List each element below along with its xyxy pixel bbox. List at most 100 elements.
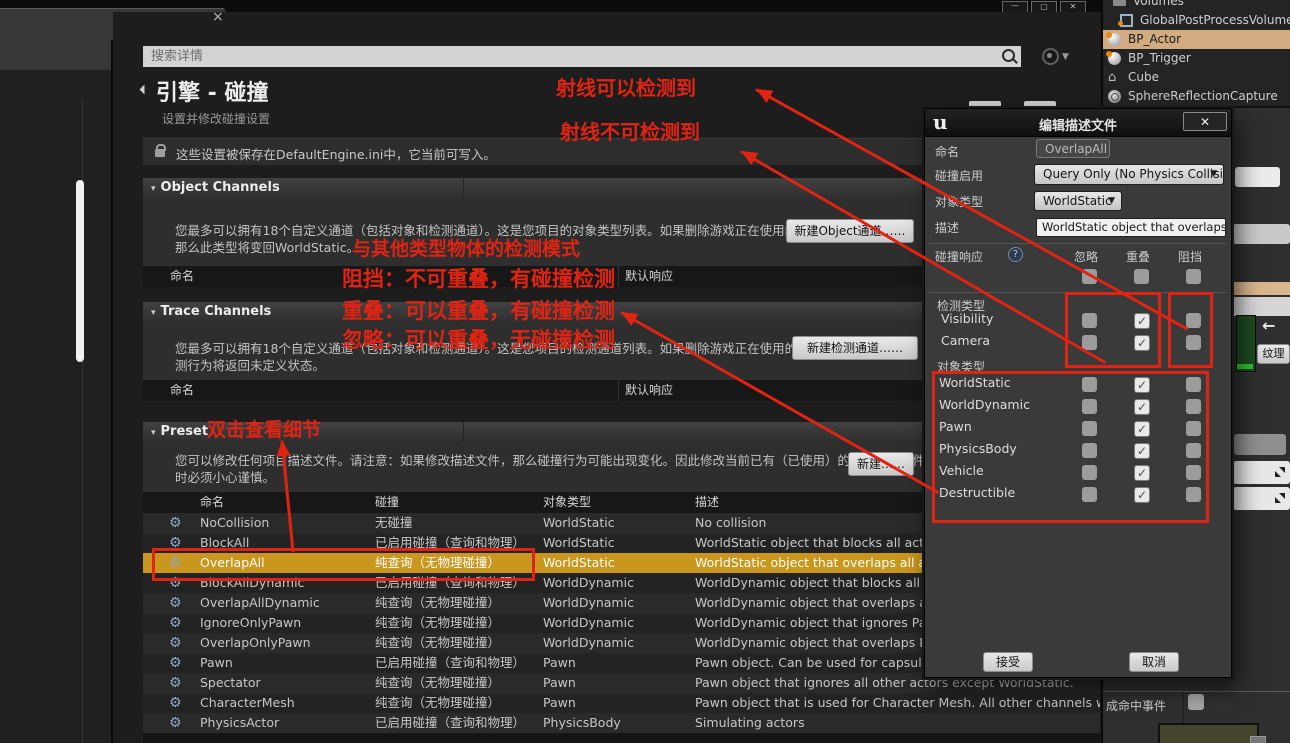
pawn-checkbox-overlap[interactable]: ✓ bbox=[1134, 421, 1150, 437]
outliner-item-GlobalPostProcessVolume[interactable]: GlobalPostProcessVolume bbox=[1103, 11, 1290, 30]
help-icon[interactable]: ? bbox=[1008, 247, 1023, 262]
response-master-checkbox-overlap[interactable] bbox=[1134, 269, 1149, 284]
worldstatic-checkbox-overlap[interactable]: ✓ bbox=[1134, 377, 1150, 393]
preset-collision: 纯查询（无物理碰撞） bbox=[375, 693, 500, 713]
column-divider[interactable] bbox=[618, 380, 619, 401]
texture-button[interactable]: 纹理 bbox=[1257, 344, 1290, 364]
new-trace-channel-button[interactable]: 新建检测通道…… bbox=[792, 336, 918, 360]
pawn-checkbox-ignore[interactable] bbox=[1082, 421, 1097, 436]
new-preset-button[interactable]: 新建…… bbox=[848, 452, 914, 476]
section-title: Object Channels bbox=[161, 180, 280, 195]
visibility-checkbox-overlap[interactable]: ✓ bbox=[1134, 313, 1150, 329]
outliner-item-BP_Actor[interactable]: BP_Actor bbox=[1103, 30, 1290, 49]
outliner-item-label: Volumes bbox=[1133, 0, 1184, 11]
outliner-item-label: Cube bbox=[1128, 68, 1159, 87]
column-divider[interactable] bbox=[618, 266, 619, 287]
preset-object-type: WorldDynamic bbox=[543, 573, 634, 593]
camera-checkbox-block[interactable] bbox=[1186, 335, 1201, 350]
outliner-item-SphereReflectionCapture[interactable]: SphereReflectionCapture bbox=[1103, 87, 1290, 106]
details-gray-bar-fragment[interactable] bbox=[1234, 434, 1286, 455]
preset-name: BlockAllDynamic bbox=[200, 573, 304, 593]
worlddynamic-checkbox-overlap[interactable]: ✓ bbox=[1134, 399, 1150, 415]
object-type-group-label: 对象类型 bbox=[937, 358, 985, 375]
collision-enabled-dropdown[interactable]: ▼Query Only (No Physics Collisio bbox=[1034, 164, 1224, 185]
cancel-button[interactable]: 取消 bbox=[1129, 652, 1179, 672]
section-header-divider bbox=[463, 302, 464, 322]
eye-dropdown-caret-icon[interactable]: ▼ bbox=[1062, 52, 1069, 62]
search-input[interactable]: 搜索详情 bbox=[143, 46, 1021, 67]
worlddynamic-checkbox-block[interactable] bbox=[1186, 399, 1201, 414]
grid-button-partial[interactable] bbox=[1250, 736, 1266, 743]
hit-event-checkbox[interactable] bbox=[1188, 694, 1204, 710]
preset-name: OverlapAll bbox=[200, 553, 265, 573]
preset-collision: 无碰撞 bbox=[375, 513, 413, 533]
unreal-project-settings-screen: — ▢ ✕ × 搜索详情 ▼ 引擎 - 碰撞 设置并修改碰撞设置 这些设置被保存… bbox=[0, 0, 1290, 743]
vehicle-checkbox-overlap[interactable]: ✓ bbox=[1134, 465, 1150, 481]
accept-button[interactable]: 接受 bbox=[983, 652, 1033, 672]
back-arrow-icon[interactable]: ← bbox=[1262, 316, 1275, 335]
outliner-item-label: BP_Actor bbox=[1128, 30, 1181, 49]
collision-response-label: 碰撞响应 bbox=[935, 248, 983, 265]
physicsbody-checkbox-block[interactable] bbox=[1186, 443, 1201, 458]
object-row-label: WorldStatic bbox=[939, 375, 1011, 390]
object-row-label: WorldDynamic bbox=[939, 397, 1030, 412]
visibility-checkbox-ignore[interactable] bbox=[1082, 313, 1097, 328]
worldstatic-checkbox-block[interactable] bbox=[1186, 377, 1201, 392]
material-thumbnail[interactable] bbox=[1158, 723, 1259, 743]
camera-checkbox-overlap[interactable]: ✓ bbox=[1134, 335, 1150, 351]
cube-icon: ⌂ bbox=[1108, 71, 1121, 84]
destructible-checkbox-block[interactable] bbox=[1186, 487, 1201, 502]
column-default-response: 默认响应 bbox=[625, 380, 673, 401]
dialog-close-button[interactable]: ✕ bbox=[1183, 112, 1227, 131]
details-tan-bar-fragment bbox=[1233, 282, 1290, 295]
new-object-channel-button[interactable]: 新建Object通道…… bbox=[786, 219, 914, 243]
outliner-item-label: SphereReflectionCapture bbox=[1128, 87, 1278, 106]
destructible-checkbox-overlap[interactable]: ✓ bbox=[1134, 487, 1150, 503]
column-object-type: 对象类型 bbox=[543, 492, 591, 513]
pawn-checkbox-block[interactable] bbox=[1186, 421, 1201, 436]
object-type-label: 对象类型 bbox=[935, 193, 983, 210]
details-input-fragment[interactable] bbox=[1235, 167, 1280, 187]
outliner-item-BP_Trigger[interactable]: BP_Trigger bbox=[1103, 49, 1290, 68]
physicsbody-checkbox-ignore[interactable] bbox=[1082, 443, 1097, 458]
details-light-bar-fragment[interactable] bbox=[1233, 297, 1290, 316]
preset-collision: 已启用碰撞（查询和物理） bbox=[375, 713, 525, 733]
swirl-icon bbox=[1111, 93, 1119, 101]
object-channels-desc-line2: 那么此类型将变回WorldStatic。 bbox=[175, 237, 359, 256]
vehicle-checkbox-ignore[interactable] bbox=[1082, 465, 1097, 480]
destructible-checkbox-ignore[interactable] bbox=[1082, 487, 1097, 502]
response-master-checkbox-ignore[interactable] bbox=[1082, 269, 1097, 284]
preset-object-type: PhysicsBody bbox=[543, 713, 621, 733]
preset-name: IgnoreOnlyPawn bbox=[200, 613, 301, 633]
preset-object-type: WorldStatic bbox=[543, 513, 615, 533]
outliner-item-Cube[interactable]: ⌂ Cube bbox=[1103, 68, 1290, 87]
folder-icon bbox=[1113, 0, 1126, 6]
object-row-label: Destructible bbox=[939, 485, 1015, 500]
worldstatic-checkbox-ignore[interactable] bbox=[1082, 377, 1097, 392]
section-title: Preset bbox=[161, 424, 209, 439]
camera-checkbox-ignore[interactable] bbox=[1082, 335, 1097, 350]
tab-close-icon[interactable]: × bbox=[212, 9, 224, 25]
sidebar-scrollbar[interactable] bbox=[76, 180, 84, 362]
gear-icon: ⚙ bbox=[169, 553, 182, 573]
outliner-item-Volumes[interactable]: Volumes bbox=[1103, 0, 1290, 11]
details-bar-fragment[interactable] bbox=[1233, 224, 1290, 244]
details-field-fragment[interactable] bbox=[1233, 487, 1290, 510]
column-name: 命名 bbox=[200, 492, 224, 513]
visibility-checkbox-block[interactable] bbox=[1186, 313, 1201, 328]
details-field-fragment[interactable] bbox=[1233, 461, 1290, 484]
table-row[interactable]: ⚙PhysicsActor已启用碰撞（查询和物理）PhysicsBodySimu… bbox=[143, 713, 1100, 733]
response-master-checkbox-block[interactable] bbox=[1186, 269, 1201, 284]
texture-preview-highlight bbox=[1237, 364, 1253, 369]
vehicle-checkbox-block[interactable] bbox=[1186, 465, 1201, 480]
description-label: 描述 bbox=[935, 219, 959, 236]
page-subtitle: 设置并修改碰撞设置 bbox=[162, 110, 270, 127]
worlddynamic-checkbox-ignore[interactable] bbox=[1082, 399, 1097, 414]
physicsbody-checkbox-overlap[interactable]: ✓ bbox=[1134, 443, 1150, 459]
preset-collision: 已启用碰撞（查询和物理） bbox=[375, 533, 525, 553]
object-type-value: WorldStatic bbox=[1043, 194, 1112, 208]
description-input[interactable]: WorldStatic object that overlaps all a bbox=[1036, 218, 1226, 237]
object-type-dropdown[interactable]: ▼WorldStatic bbox=[1034, 191, 1122, 211]
table-row[interactable]: ⚙CharacterMesh纯查询（无物理碰撞）PawnPawn object … bbox=[143, 693, 1100, 713]
preset-object-type: WorldDynamic bbox=[543, 593, 634, 613]
